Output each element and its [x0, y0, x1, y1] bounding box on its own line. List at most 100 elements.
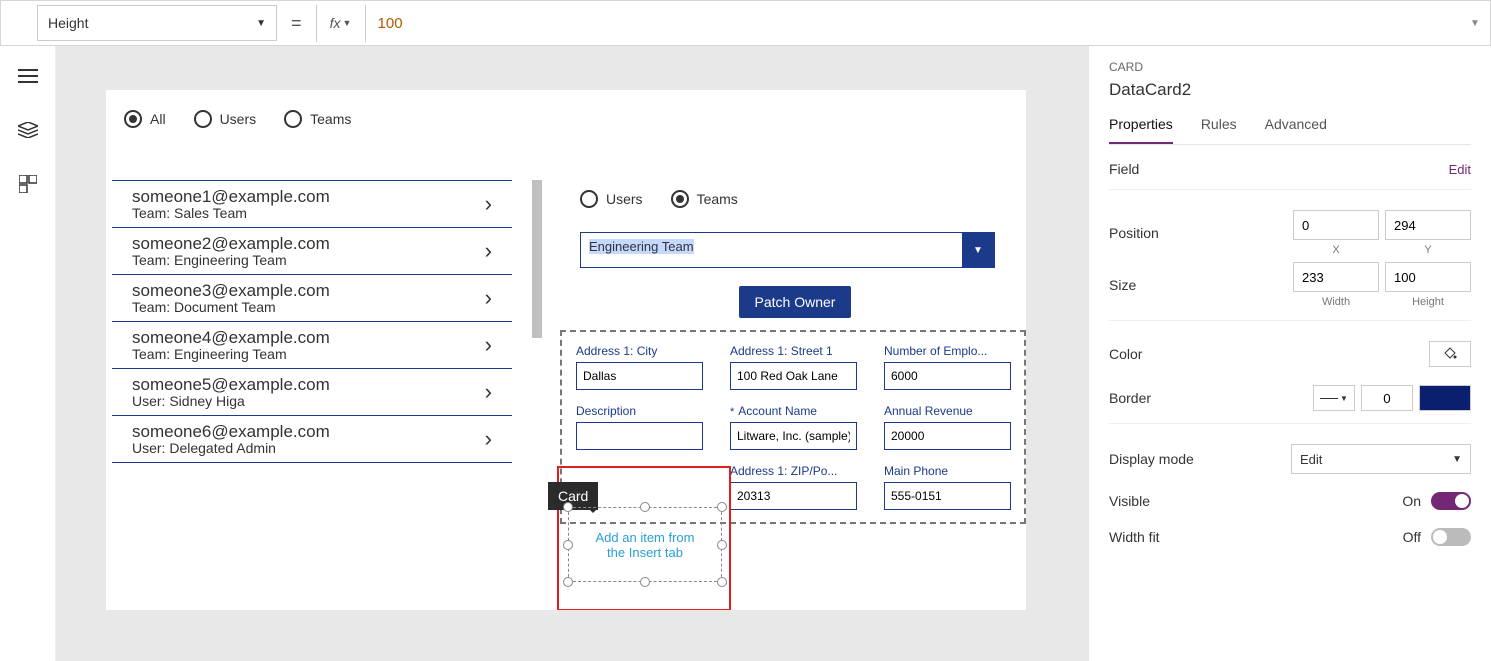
row-title: someone2@example.com	[132, 234, 330, 254]
chevron-down-icon: ▼	[343, 18, 352, 28]
field-input[interactable]	[884, 362, 1011, 390]
component-icon[interactable]	[18, 174, 38, 194]
scrollbar[interactable]	[532, 180, 542, 338]
field-label: Address 1: ZIP/Po...	[730, 464, 870, 478]
resize-handle[interactable]	[717, 540, 727, 550]
form-field: Address 1: City	[576, 344, 716, 390]
field-input[interactable]	[730, 482, 857, 510]
property-selector[interactable]: Height ▼	[37, 5, 277, 41]
radio-teams-2[interactable]: Teams	[671, 190, 738, 208]
gallery-row[interactable]: someone5@example.comUser: Sidney Higa ›	[112, 369, 512, 416]
border-row: Border ▼	[1109, 369, 1471, 413]
control-type-label: CARD	[1109, 60, 1471, 74]
field-input[interactable]	[884, 482, 1011, 510]
tab-rules[interactable]: Rules	[1201, 110, 1237, 144]
gallery-row[interactable]: someone6@example.comUser: Delegated Admi…	[112, 416, 512, 463]
display-mode-select[interactable]: Edit ▼	[1291, 444, 1471, 474]
color-row: Color	[1109, 325, 1471, 369]
form-field: Description	[576, 404, 716, 450]
canvas[interactable]: All Users Teams someone1@example.comTeam…	[56, 46, 1088, 661]
row-subtitle: User: Delegated Admin	[132, 440, 330, 456]
fill-icon	[1443, 347, 1457, 361]
border-style-picker[interactable]: ▼	[1313, 385, 1355, 411]
resize-handle[interactable]	[563, 577, 573, 587]
field-input[interactable]	[730, 422, 857, 450]
border-color-picker[interactable]	[1419, 385, 1471, 411]
tab-properties[interactable]: Properties	[1109, 110, 1173, 144]
width-input[interactable]	[1293, 262, 1379, 292]
gallery-row[interactable]: someone3@example.comTeam: Document Team›	[112, 275, 512, 322]
selected-datacard[interactable]: Card Add an item from the Insert tab	[546, 472, 726, 602]
row-title: someone4@example.com	[132, 328, 330, 348]
fx-button[interactable]: fx ▼	[316, 5, 366, 42]
gallery-row[interactable]: someone4@example.comTeam: Engineering Te…	[112, 322, 512, 369]
form-field: Address 1: Street 1	[730, 344, 870, 390]
visible-row: Visible On	[1109, 476, 1471, 512]
field-input[interactable]	[730, 362, 857, 390]
form-field: Annual Revenue	[884, 404, 1024, 450]
width-fit-toggle[interactable]	[1431, 528, 1471, 546]
visible-toggle[interactable]	[1431, 492, 1471, 510]
width-fit-row: Width fit Off	[1109, 512, 1471, 548]
radio-all[interactable]: All	[124, 110, 166, 128]
field-label: Description	[576, 404, 716, 418]
layers-icon[interactable]	[18, 120, 38, 140]
expand-formula-icon[interactable]: ▼	[1460, 5, 1490, 42]
chevron-right-icon: ›	[485, 426, 492, 452]
row-subtitle: User: Sidney Higa	[132, 393, 330, 409]
resize-handle[interactable]	[640, 502, 650, 512]
top-filter-radios: All Users Teams	[106, 90, 1026, 158]
radio-teams[interactable]: Teams	[284, 110, 351, 128]
gallery-row[interactable]: someone1@example.comTeam: Sales Team›	[112, 180, 512, 228]
radio-users-2[interactable]: Users	[580, 190, 643, 208]
resize-handle[interactable]	[717, 502, 727, 512]
form-field: *Account Name	[730, 404, 870, 450]
panel-tabs: Properties Rules Advanced	[1109, 110, 1471, 145]
form-field: Number of Emplo...	[884, 344, 1024, 390]
hamburger-icon[interactable]	[18, 66, 38, 86]
control-name: DataCard2	[1109, 80, 1471, 100]
resize-handle[interactable]	[563, 502, 573, 512]
border-width-input[interactable]	[1361, 385, 1413, 411]
resize-handle[interactable]	[640, 577, 650, 587]
row-subtitle: Team: Document Team	[132, 299, 330, 315]
field-input[interactable]	[884, 422, 1011, 450]
field-row: Field Edit	[1109, 145, 1471, 179]
team-combobox[interactable]: Engineering Team ▼	[580, 232, 995, 268]
chevron-right-icon: ›	[485, 379, 492, 405]
resize-handle[interactable]	[717, 577, 727, 587]
datacard-empty-prompt[interactable]: Add an item from the Insert tab	[568, 507, 722, 582]
field-input[interactable]	[576, 362, 703, 390]
position-x-input[interactable]	[1293, 210, 1379, 240]
field-label: Address 1: Street 1	[730, 344, 870, 358]
chevron-right-icon: ›	[485, 332, 492, 358]
left-toolbar	[0, 46, 56, 661]
form-field: Address 1: ZIP/Po...	[730, 464, 870, 510]
field-input[interactable]	[576, 422, 703, 450]
tab-advanced[interactable]: Advanced	[1265, 110, 1327, 144]
size-row: Size Width Height	[1109, 258, 1471, 310]
formula-bar: Height ▼ = fx ▼ ▼	[0, 0, 1491, 46]
row-subtitle: Team: Engineering Team	[132, 346, 330, 362]
chevron-right-icon: ›	[485, 285, 492, 311]
row-title: someone5@example.com	[132, 375, 330, 395]
height-input[interactable]	[1385, 262, 1471, 292]
row-subtitle: Team: Engineering Team	[132, 252, 330, 268]
patch-owner-button[interactable]: Patch Owner	[739, 286, 852, 318]
chevron-right-icon: ›	[485, 238, 492, 264]
formula-input[interactable]	[366, 5, 1460, 42]
right-column: Users Teams Engineering Team ▼ Patch Own…	[580, 190, 1010, 332]
edit-fields-link[interactable]: Edit	[1449, 162, 1471, 177]
position-y-input[interactable]	[1385, 210, 1471, 240]
app-preview[interactable]: All Users Teams someone1@example.comTeam…	[106, 90, 1026, 610]
properties-panel: CARD DataCard2 Properties Rules Advanced…	[1088, 46, 1491, 661]
color-picker[interactable]	[1429, 341, 1471, 367]
resize-handle[interactable]	[563, 540, 573, 550]
gallery-row[interactable]: someone2@example.comTeam: Engineering Te…	[112, 228, 512, 275]
field-label: Address 1: City	[576, 344, 716, 358]
radio-users[interactable]: Users	[194, 110, 257, 128]
row-title: someone6@example.com	[132, 422, 330, 442]
gallery[interactable]: someone1@example.comTeam: Sales Team›som…	[106, 180, 542, 580]
edit-form[interactable]: Address 1: City Address 1: Street 1 Number…	[560, 330, 1026, 524]
field-label: Number of Emplo...	[884, 344, 1024, 358]
